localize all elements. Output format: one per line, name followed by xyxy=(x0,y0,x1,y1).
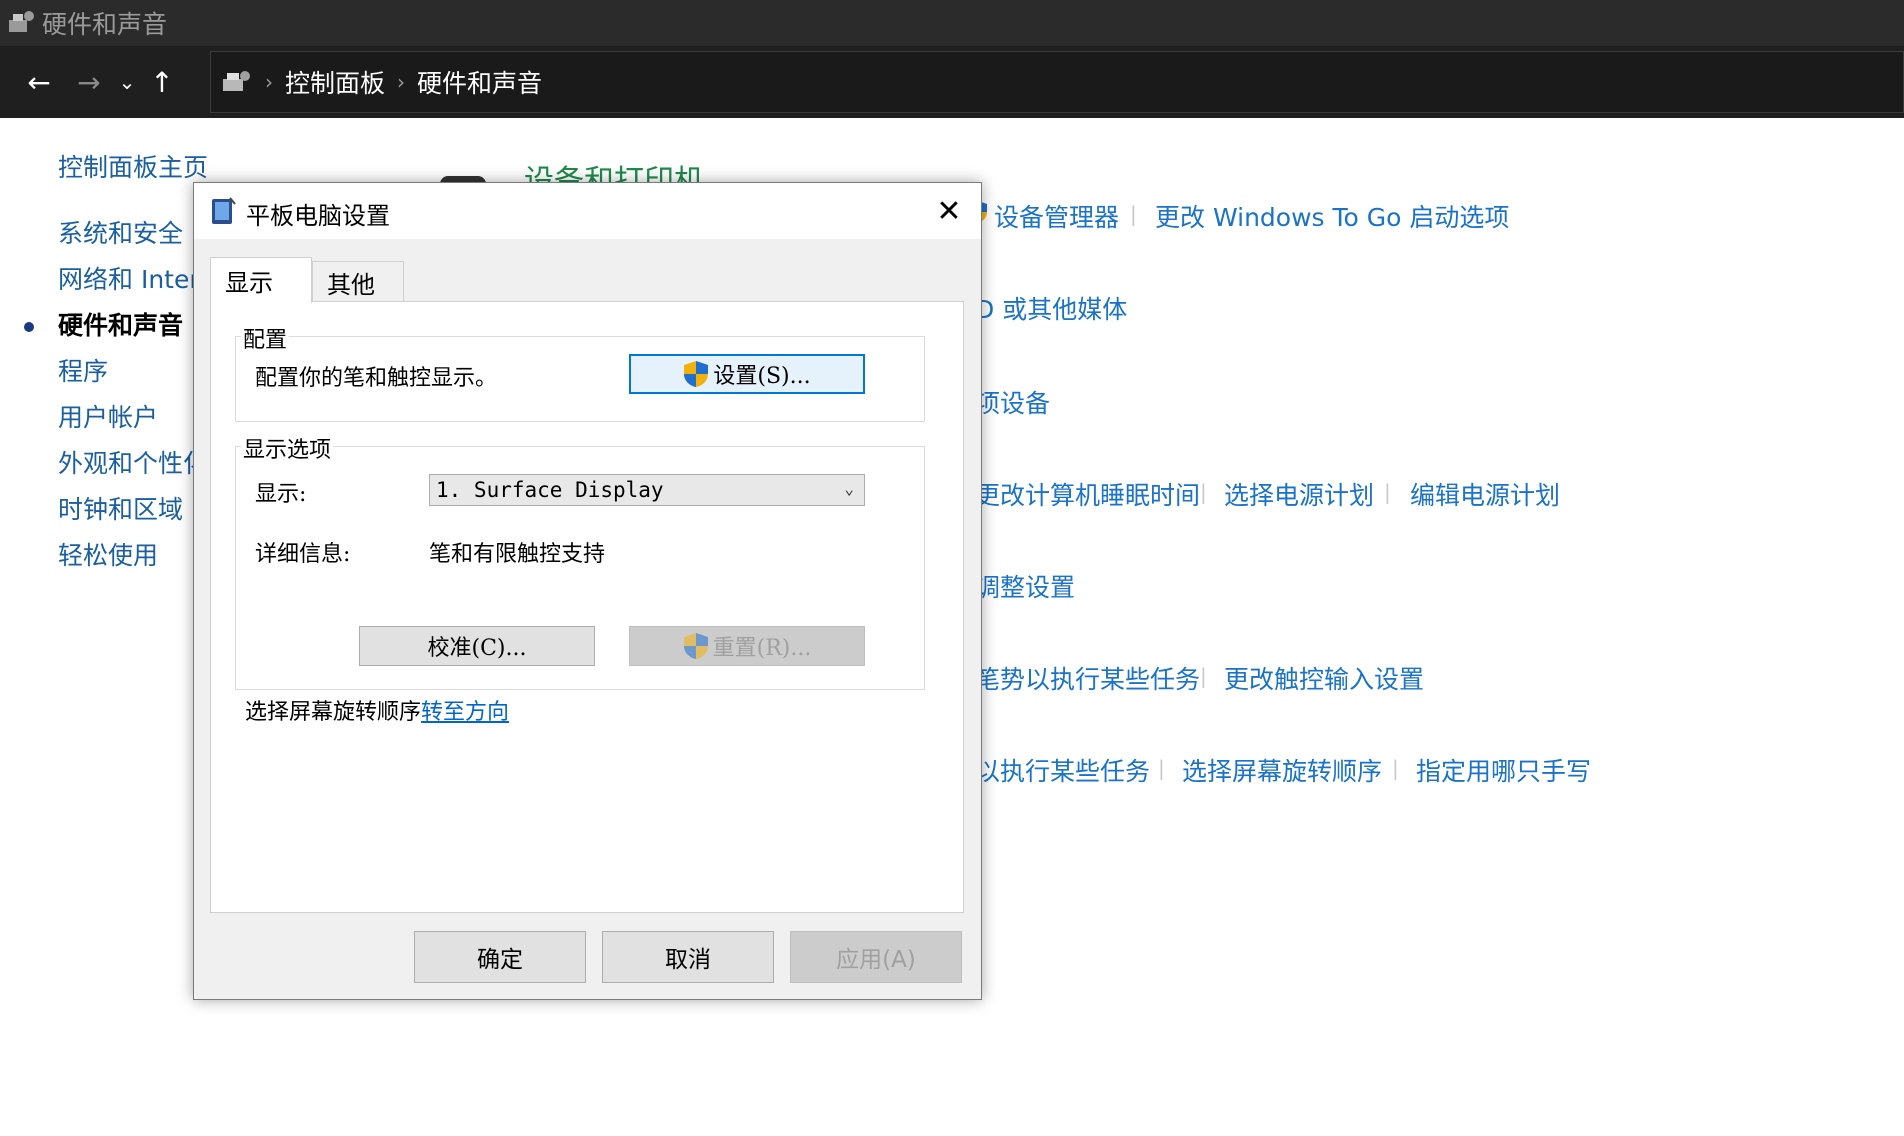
link-separator: | xyxy=(1200,480,1207,504)
link-adjust-settings[interactable]: 调整设置 xyxy=(975,568,1075,604)
tab-display[interactable]: 显示 xyxy=(210,257,312,303)
link-devices[interactable]: 项设备 xyxy=(975,384,1050,420)
breadcrumb-separator-icon: › xyxy=(397,70,406,94)
sidebar-item-appearance[interactable]: 外观和个性化 xyxy=(58,444,208,480)
sidebar-item-hardware-sound[interactable]: 硬件和声音 xyxy=(58,306,183,342)
sidebar-item-network[interactable]: 网络和 Inter xyxy=(58,260,200,296)
window-titlebar: 硬件和声音 xyxy=(0,0,1904,46)
rotation-text: 选择屏幕旋转顺序 xyxy=(245,700,422,725)
link-separator: | xyxy=(1130,202,1137,226)
link-touch-input[interactable]: 更改触控输入设置 xyxy=(1224,660,1424,696)
setup-button-label: 设置(S)... xyxy=(713,364,811,389)
display-options-label: 显示选项 xyxy=(241,432,334,464)
setup-button[interactable]: 设置(S)... xyxy=(629,354,865,394)
back-arrow-icon[interactable]: ← xyxy=(16,59,62,105)
rotation-link[interactable]: 转至方向 xyxy=(421,700,509,725)
link-handedness[interactable]: 指定用哪只手写 xyxy=(1416,752,1591,788)
dialog-title: 平板电脑设置 xyxy=(246,202,390,230)
details-value: 笔和有限触控支持 xyxy=(429,542,606,567)
window-title: 硬件和声音 xyxy=(42,10,168,39)
link-edit-power-plan[interactable]: 编辑电源计划 xyxy=(1410,476,1560,512)
address-bar[interactable]: › 控制面板 › 硬件和声音 xyxy=(210,51,1904,113)
config-group-label: 配置 xyxy=(241,322,290,354)
display-select[interactable]: 1. Surface Display ⌄ xyxy=(429,474,865,506)
tablet-icon xyxy=(212,197,236,224)
display-label: 显示: xyxy=(255,482,307,507)
sidebar-item-user-accounts[interactable]: 用户帐户 xyxy=(58,398,158,434)
display-select-value: 1. Surface Display xyxy=(436,478,664,502)
apply-button[interactable]: 应用(A) xyxy=(790,931,962,983)
rotation-sentence: 选择屏幕旋转顺序转至方向 xyxy=(245,694,509,726)
link-sleep-time[interactable]: 更改计算机睡眠时间 xyxy=(975,476,1200,512)
forward-arrow-icon[interactable]: → xyxy=(66,59,112,105)
ok-button[interactable]: 确定 xyxy=(414,931,586,983)
sidebar-item-system-security[interactable]: 系统和安全 xyxy=(58,214,183,250)
hardware-sound-icon xyxy=(9,11,34,32)
link-separator: | xyxy=(1200,664,1207,688)
chevron-down-icon: ⌄ xyxy=(844,479,854,498)
link-windows-to-go[interactable]: 更改 Windows To Go 启动选项 xyxy=(1155,198,1509,234)
link-pen-gestures[interactable]: 笔势以执行某些任务 xyxy=(975,660,1200,696)
config-description: 配置你的笔和触控显示。 xyxy=(255,366,498,391)
up-arrow-icon[interactable]: ↑ xyxy=(142,59,182,105)
uac-shield-icon xyxy=(684,361,709,387)
link-separator: | xyxy=(1158,756,1165,780)
dialog-titlebar[interactable]: 平板电脑设置 ✕ xyxy=(194,183,981,239)
tablet-settings-dialog: 平板电脑设置 ✕ 显示 其他 配置 配置你的笔和触控显示。 设置(S)... 显… xyxy=(193,182,982,1000)
reset-button-label: 重置(R)... xyxy=(712,636,812,661)
cancel-button[interactable]: 取消 xyxy=(602,931,774,983)
close-icon[interactable]: ✕ xyxy=(917,183,981,239)
link-separator: | xyxy=(1384,480,1391,504)
sidebar-item-programs[interactable]: 程序 xyxy=(58,352,108,388)
calibrate-button[interactable]: 校准(C)... xyxy=(359,626,595,666)
uac-shield-icon xyxy=(683,633,708,659)
breadcrumb-separator-icon: › xyxy=(265,70,273,94)
tab-panel-display: 配置 配置你的笔和触控显示。 设置(S)... 显示选项 显示: 1. Surf… xyxy=(210,301,964,913)
breadcrumb-control-panel[interactable]: 控制面板 xyxy=(285,64,385,100)
reset-button[interactable]: 重置(R)... xyxy=(629,626,865,666)
sidebar-item-ease-of-access[interactable]: 轻松使用 xyxy=(58,536,158,572)
recent-locations-chevron-icon[interactable]: ⌄ xyxy=(112,59,142,105)
details-label: 详细信息: xyxy=(255,542,351,567)
navigation-bar: ← → ⌄ ↑ › 控制面板 › 硬件和声音 xyxy=(0,46,1904,118)
breadcrumb-hardware-sound[interactable]: 硬件和声音 xyxy=(417,64,542,100)
tab-other[interactable]: 其他 xyxy=(312,261,404,303)
link-power-plan[interactable]: 选择电源计划 xyxy=(1224,476,1374,512)
link-cd-media[interactable]: D 或其他媒体 xyxy=(975,290,1127,326)
sidebar-item-clock-region[interactable]: 时钟和区域 xyxy=(58,490,183,526)
link-touch-tasks[interactable]: 以执行某些任务 xyxy=(975,752,1150,788)
active-bullet-icon xyxy=(24,322,34,332)
link-separator: | xyxy=(1392,756,1399,780)
control-panel-icon xyxy=(223,71,250,91)
sidebar-item-home[interactable]: 控制面板主页 xyxy=(58,148,208,184)
link-rotation-order[interactable]: 选择屏幕旋转顺序 xyxy=(1182,752,1382,788)
link-device-manager[interactable]: 设备管理器 xyxy=(994,198,1119,234)
